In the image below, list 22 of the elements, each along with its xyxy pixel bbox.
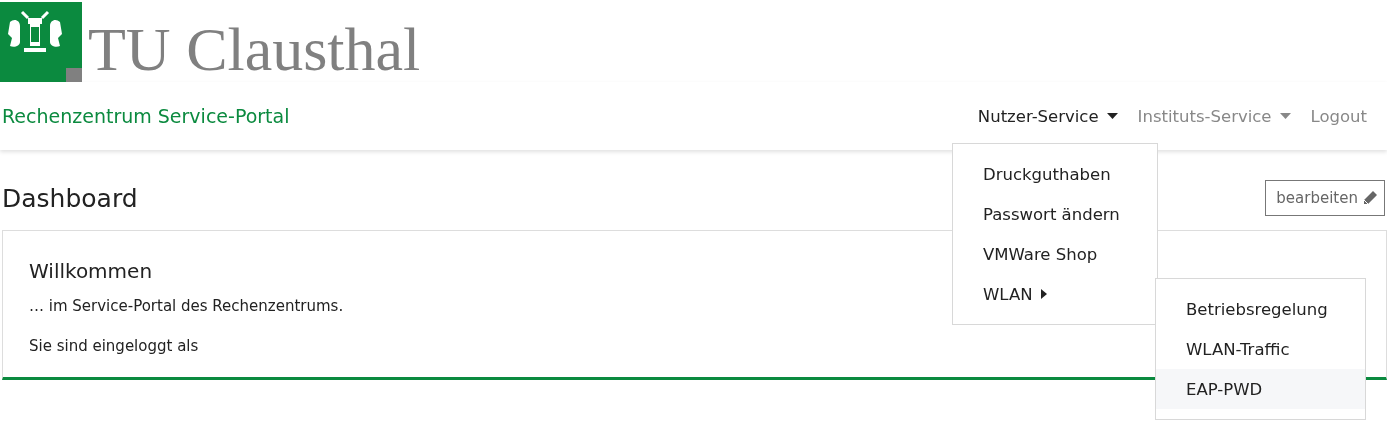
caret-icon [1106, 113, 1118, 119]
page-title: Dashboard [2, 183, 138, 213]
brand-link[interactable]: Rechenzentrum Service-Portal [2, 105, 290, 127]
menu-item[interactable]: VMWare Shop [953, 234, 1157, 274]
card-text: Sie sind eingeloggt als [29, 337, 199, 355]
caret-icon [1279, 113, 1291, 119]
menu-item[interactable]: Passwort ändern [953, 194, 1157, 234]
logo-text: TU Clausthal [88, 18, 421, 80]
menu-item[interactable]: WLAN-Traffic [1156, 329, 1365, 369]
menu-item[interactable]: EAP-PWD [1156, 369, 1365, 409]
card-title: Willkommen [29, 259, 154, 283]
menu-item[interactable]: WLAN [953, 274, 1157, 314]
edit-button[interactable]: bearbeiten [1265, 180, 1385, 216]
crest-logo-icon [0, 2, 82, 82]
card-text: … im Service-Portal des Rechenzentrums. [29, 297, 344, 315]
pencil-icon [1362, 190, 1378, 206]
nav-link[interactable]: Instituts-Service [1137, 106, 1291, 126]
menu-item[interactable]: Betriebsregelung [1156, 289, 1365, 329]
caret-icon [1040, 289, 1047, 299]
nav-link[interactable]: Logout [1310, 106, 1367, 126]
menu-item[interactable]: Druckguthaben [953, 154, 1157, 194]
nav-link[interactable]: Nutzer-Service [977, 106, 1118, 126]
